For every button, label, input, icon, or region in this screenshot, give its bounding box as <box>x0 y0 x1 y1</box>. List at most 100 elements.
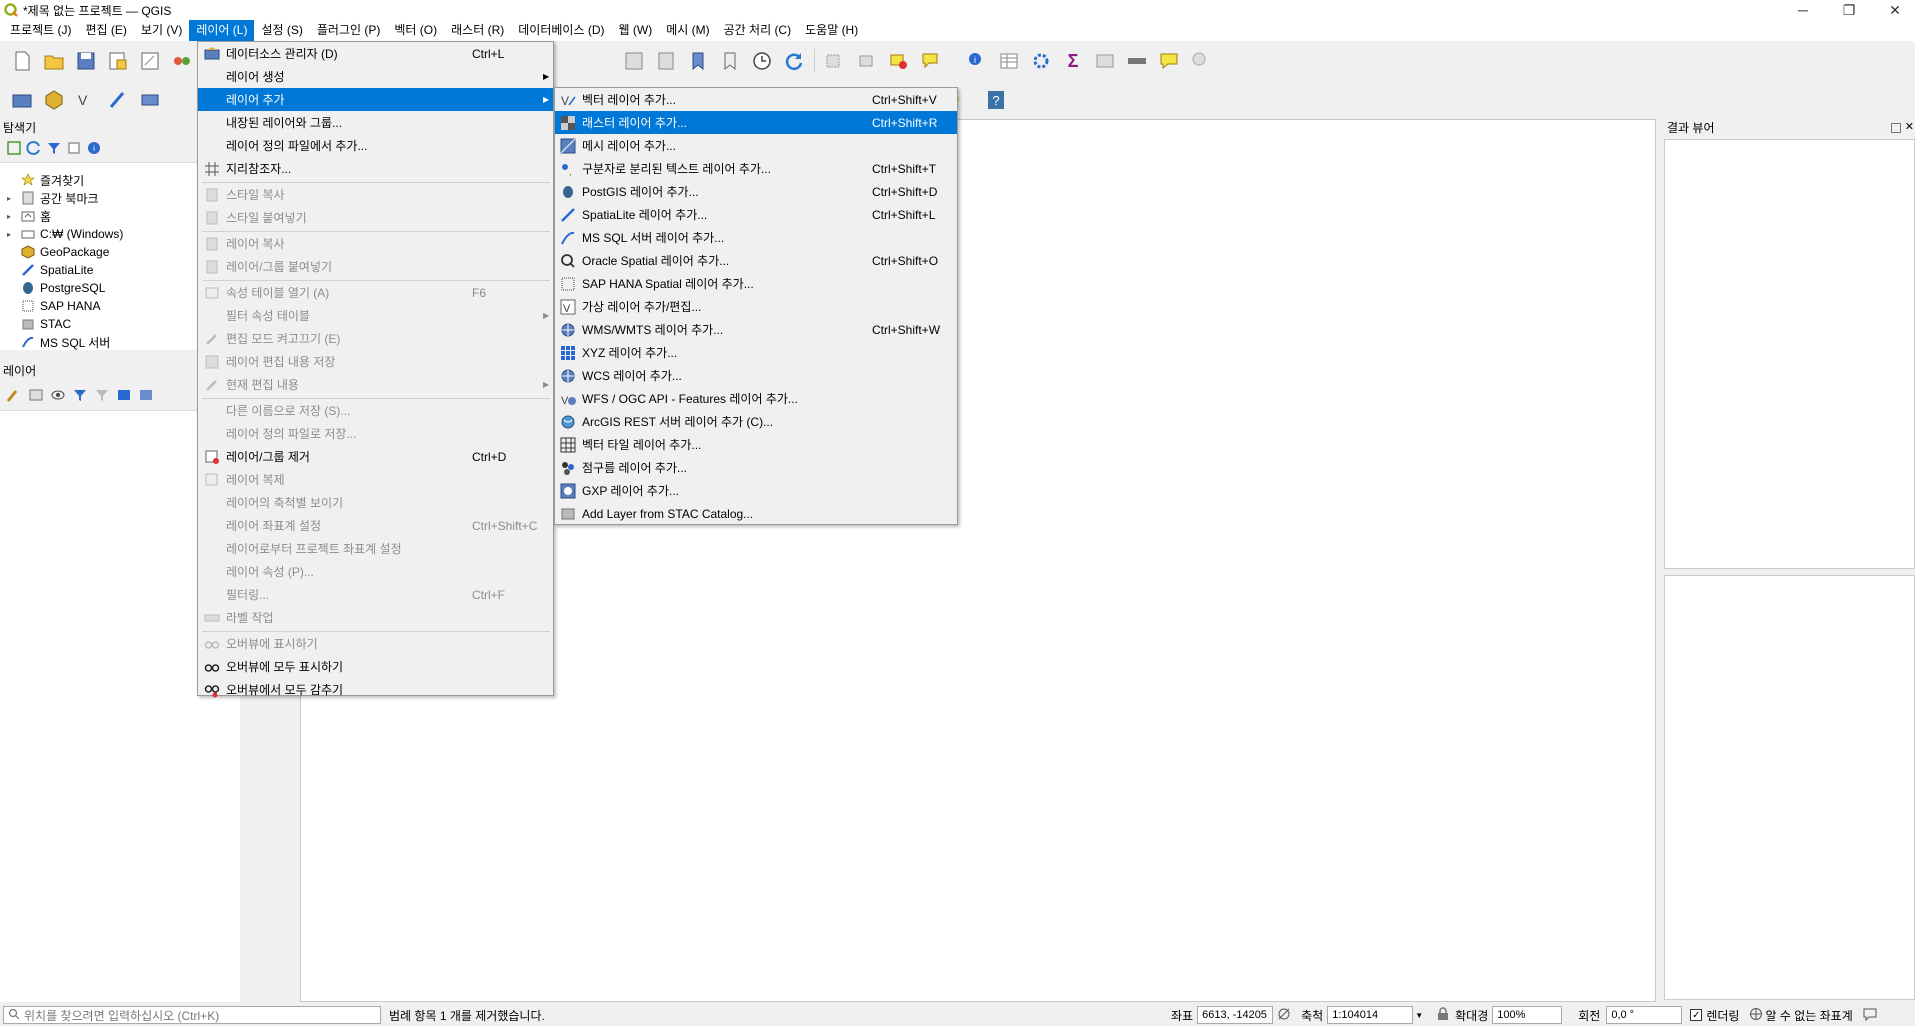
layout-manager-icon[interactable] <box>137 48 163 74</box>
rotation-spinbox[interactable]: 0,0 ° <box>1606 1006 1683 1024</box>
annotation-icon[interactable] <box>918 48 944 74</box>
menu-project[interactable]: 프로젝트 (J) <box>3 20 79 41</box>
new-project-icon[interactable] <box>9 48 35 74</box>
menu-item-show-in-overview[interactable]: 오버뷰에 표시하기 <box>198 632 553 655</box>
browser-item-postgresql[interactable]: PostgreSQL <box>0 279 105 297</box>
menu-item-data-source-manager[interactable]: 데이터소스 관리자 (D) Ctrl+L <box>198 42 553 65</box>
menu-vector[interactable]: 벡터 (O) <box>387 20 444 41</box>
select-features-icon[interactable] <box>822 48 848 74</box>
menu-item-save-layer-edits[interactable]: 레이어 편집 내용 저장 <box>198 350 553 373</box>
properties-info-icon[interactable]: i <box>86 140 102 159</box>
filter-legend-icon[interactable] <box>72 387 88 406</box>
browser-item-c-drive[interactable]: ▸ C:₩ (Windows) <box>0 225 123 243</box>
submenu-item-add-oracle-spatial-layer[interactable]: Oracle Spatial 레이어 추가... Ctrl+Shift+O <box>555 249 957 272</box>
add-selected-icon[interactable] <box>6 140 22 159</box>
menu-item-toggle-editing[interactable]: 편집 모드 켜고끄기 (E) <box>198 327 553 350</box>
menu-item-save-layer-definition[interactable]: 레이어 정의 파일로 저장... <box>198 422 553 445</box>
menu-item-open-attribute-table[interactable]: 속성 테이블 열기 (A) F6 <box>198 281 553 304</box>
menu-database[interactable]: 데이터베이스 (D) <box>511 20 611 41</box>
submenu-item-add-arcgis-rest-layer[interactable]: ArcGIS REST 서버 레이어 추가 (C)... <box>555 410 957 433</box>
scale-dropdown-icon[interactable]: ▼ <box>1415 1011 1423 1020</box>
attribute-table-icon[interactable] <box>996 48 1022 74</box>
submenu-item-add-vector-tile-layer[interactable]: 벡터 타일 레이어 추가... <box>555 433 957 456</box>
minimize-button[interactable]: ─ <box>1780 0 1826 20</box>
submenu-item-add-wms-wmts-layer[interactable]: WMS/WMTS 레이어 추가... Ctrl+Shift+W <box>555 318 957 341</box>
map-tips-icon[interactable] <box>1156 48 1182 74</box>
submenu-item-add-point-cloud-layer[interactable]: 점구름 레이어 추가... <box>555 456 957 479</box>
submenu-item-add-vector-layer[interactable]: V 벡터 레이어 추가... Ctrl+Shift+V <box>555 88 957 111</box>
submenu-item-add-mesh-layer[interactable]: 메시 레이어 추가... <box>555 134 957 157</box>
menu-item-embed-layers[interactable]: 내장된 레이어와 그룹... <box>198 111 553 134</box>
submenu-item-add-stac-catalog-layer[interactable]: Add Layer from STAC Catalog... <box>555 502 957 525</box>
digitize-icon[interactable] <box>105 87 131 113</box>
crs-globe-icon[interactable] <box>1749 1007 1763 1024</box>
bookmark-icon[interactable] <box>717 48 743 74</box>
locator-search-input[interactable]: 위치를 찾으려면 입력하십시오 (Ctrl+K) <box>3 1006 381 1024</box>
magnifier-spinbox[interactable]: 100% <box>1492 1006 1563 1024</box>
menu-item-layer-properties[interactable]: 레이어 속성 (P)... <box>198 560 553 583</box>
menu-web[interactable]: 웹 (W) <box>612 20 660 41</box>
messages-icon[interactable] <box>1863 1007 1877 1024</box>
new-spatial-bookmark-icon[interactable] <box>621 48 647 74</box>
results-list[interactable] <box>1664 139 1915 569</box>
browser-item-mssql[interactable]: MS SQL 서버 <box>0 333 110 351</box>
layer-style-icon[interactable] <box>6 387 22 406</box>
refresh-icon[interactable] <box>781 48 807 74</box>
menu-item-georeferencer[interactable]: 지리참조자... <box>198 157 553 180</box>
menu-edit[interactable]: 편집 (E) <box>79 20 134 41</box>
submenu-item-add-wfs-layer[interactable]: V WFS / OGC API - Features 레이어 추가... <box>555 387 957 410</box>
menu-settings[interactable]: 설정 (S) <box>254 20 309 41</box>
browser-item-spatialite[interactable]: SpatiaLite <box>0 261 93 279</box>
menu-item-copy-style[interactable]: 스타일 복사 <box>198 183 553 206</box>
close-button[interactable]: ✕ <box>1872 0 1915 20</box>
submenu-item-add-postgis-layer[interactable]: PostGIS 레이어 추가... Ctrl+Shift+D <box>555 180 957 203</box>
menu-item-set-scale-visibility[interactable]: 레이어의 축척별 보이기 <box>198 491 553 514</box>
submenu-item-add-gxp-layer[interactable]: GXP 레이어 추가... <box>555 479 957 502</box>
new-geopackage-layer-icon[interactable] <box>41 87 67 113</box>
submenu-item-add-delimited-text-layer[interactable]: , 구분자로 분리된 텍스트 레이어 추가... Ctrl+Shift+T <box>555 157 957 180</box>
submenu-item-add-mssql-layer[interactable]: MS SQL 서버 레이어 추가... <box>555 226 957 249</box>
style-manager-icon[interactable] <box>169 48 195 74</box>
select-by-value-icon[interactable] <box>854 48 880 74</box>
menu-item-add-from-definition[interactable]: 레이어 정의 파일에서 추가... <box>198 134 553 157</box>
identify-features-icon[interactable]: i <box>964 48 990 74</box>
expand-all-icon[interactable] <box>116 387 132 406</box>
measure-line-icon[interactable] <box>1124 48 1150 74</box>
browser-item-stac[interactable]: STAC <box>0 315 71 333</box>
browser-item-sap-hana[interactable]: SAP HANA <box>0 297 100 315</box>
menu-item-create-layer[interactable]: 레이어 생성 ▶ <box>198 65 553 88</box>
menu-item-add-layer[interactable]: 레이어 추가 ▶ <box>198 88 553 111</box>
browser-item-favorites[interactable]: 즐겨찾기 <box>0 171 84 189</box>
submenu-item-add-spatialite-layer[interactable]: SpatiaLite 레이어 추가... Ctrl+Shift+L <box>555 203 957 226</box>
add-wms-layer-icon[interactable] <box>137 87 163 113</box>
menu-mesh[interactable]: 메시 (M) <box>659 20 716 41</box>
render-checkbox[interactable]: ✓ <box>1690 1009 1703 1021</box>
crs-label[interactable]: 알 수 없는 좌표계 <box>1765 1007 1852 1024</box>
menu-item-copy-layer[interactable]: 레이어 복사 <box>198 232 553 255</box>
submenu-item-add-sap-hana-layer[interactable]: SAP HANA Spatial 레이어 추가... <box>555 272 957 295</box>
collapse-all-layers-icon[interactable] <box>138 387 154 406</box>
refresh-browser-icon[interactable] <box>26 140 42 159</box>
menu-plugins[interactable]: 플러그인 (P) <box>310 20 388 41</box>
lock-scale-icon[interactable] <box>1437 1006 1449 1024</box>
save-project-icon[interactable] <box>73 48 99 74</box>
new-print-layout-icon[interactable] <box>105 48 131 74</box>
filter-browser-icon[interactable] <box>46 140 62 159</box>
data-source-manager-icon[interactable] <box>9 87 35 113</box>
help-icon[interactable]: ? <box>983 87 1009 113</box>
menu-item-show-all-in-overview[interactable]: 오버뷰에 모두 표시하기 <box>198 655 553 678</box>
submenu-item-add-xyz-layer[interactable]: XYZ 레이어 추가... <box>555 341 957 364</box>
menu-item-labeling[interactable]: 라벨 작업 <box>198 606 553 629</box>
menu-item-save-as[interactable]: 다른 이름으로 저장 (S)... <box>198 399 553 422</box>
menu-item-paste-style[interactable]: 스타일 붙여넣기 <box>198 206 553 229</box>
open-table-icon[interactable] <box>1092 48 1118 74</box>
menu-item-filter-attribute-table[interactable]: 필터 속성 테이블 ▶ <box>198 304 553 327</box>
menu-layer[interactable]: 레이어 (L) <box>189 20 255 41</box>
add-vector-layer-icon[interactable]: V <box>73 87 99 113</box>
deselect-features-icon[interactable] <box>886 48 912 74</box>
coordinate-input[interactable]: 6613, -14205 <box>1197 1006 1274 1024</box>
temporal-controller-icon[interactable] <box>749 48 775 74</box>
close-panel-icon[interactable]: ✕ <box>1905 120 1914 133</box>
menu-item-hide-all-from-overview[interactable]: 오버뷰에서 모두 감추기 <box>198 678 553 701</box>
menu-item-filter[interactable]: 필터링... Ctrl+F <box>198 583 553 606</box>
